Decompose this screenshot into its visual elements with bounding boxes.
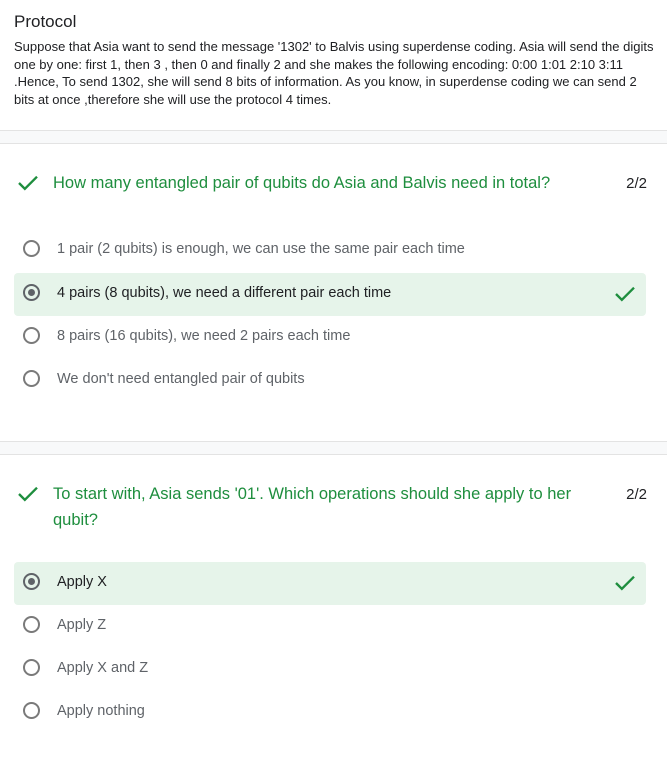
option-label: Apply nothing [57,703,145,719]
answer-option[interactable]: 1 pair (2 qubits) is enough, we can use … [14,229,646,272]
radio-button[interactable] [23,616,40,633]
option-label: Apply Z [57,617,107,633]
check-icon [18,486,38,502]
option-label: Apply X [57,574,107,590]
question-text: To start with, Asia sends '01'. Which op… [53,485,572,529]
answer-option[interactable]: Apply X and Z [14,648,646,691]
check-icon [615,286,635,302]
radio-button[interactable] [23,240,40,257]
radio-button[interactable] [23,702,40,719]
section-separator [0,130,667,144]
radio-button[interactable] [23,370,40,387]
radio-button[interactable] [23,659,40,676]
answer-option-selected[interactable]: Apply X [14,562,646,605]
check-icon [18,175,38,191]
radio-button-selected[interactable] [23,284,40,301]
option-label: 1 pair (2 qubits) is enough, we can use … [57,241,465,257]
option-label: 4 pairs (8 qubits), we need a different … [57,285,392,301]
answer-option[interactable]: We don't need entangled pair of qubits [14,359,646,402]
option-label: 8 pairs (16 qubits), we need 2 pairs eac… [57,328,351,344]
question-score: 2/2 [626,175,647,192]
answer-option[interactable]: Apply nothing [14,691,646,734]
radio-button-selected[interactable] [23,573,40,590]
radio-button[interactable] [23,327,40,344]
question-score: 2/2 [626,486,647,503]
answer-option-selected[interactable]: 4 pairs (8 qubits), we need a different … [14,273,646,316]
answer-option[interactable]: 8 pairs (16 qubits), we need 2 pairs eac… [14,316,646,359]
option-label: Apply X and Z [57,660,149,676]
answer-option[interactable]: Apply Z [14,605,646,648]
check-icon [615,575,635,591]
section-separator [0,441,667,455]
question-text: How many entangled pair of qubits do Asi… [53,174,551,192]
intro-section: Protocol Suppose that Asia want to send … [14,11,654,108]
option-label: We don't need entangled pair of qubits [57,371,305,387]
section-title: Protocol [14,12,77,31]
section-description: Suppose that Asia want to send the messa… [14,39,654,107]
